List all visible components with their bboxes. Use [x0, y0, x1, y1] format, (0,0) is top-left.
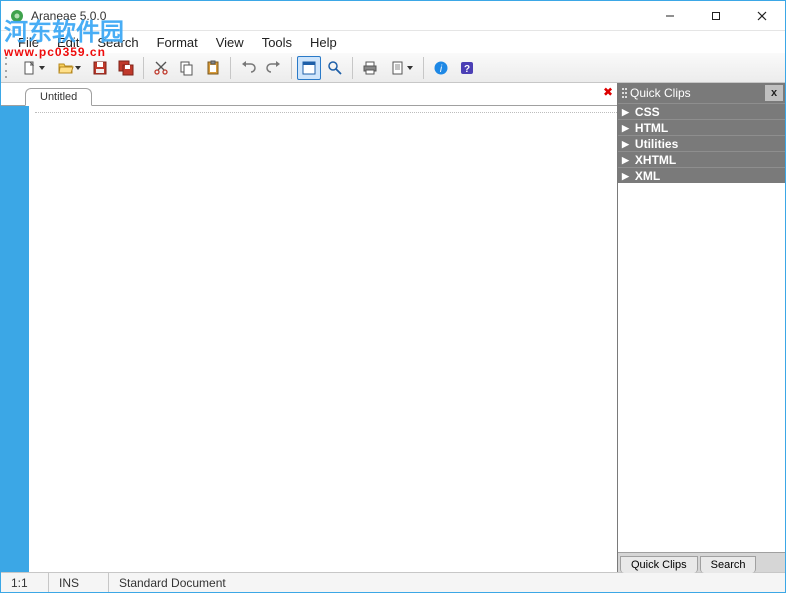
collapse-caret-icon: ▶ [622, 168, 629, 184]
toolbar-separator [423, 57, 424, 79]
editor-column: Untitled ✖ [1, 83, 617, 572]
menu-view[interactable]: View [207, 33, 253, 52]
toolbar-separator [230, 57, 231, 79]
clip-category[interactable]: ▶ Utilities [618, 135, 785, 151]
window-icon [301, 60, 317, 76]
side-panel-body [618, 183, 785, 552]
clip-category-list: ▶ CSS ▶ HTML ▶ Utilities ▶ XHTML ▶ XML [618, 103, 785, 183]
svg-text:?: ? [464, 64, 470, 75]
statusbar: 1:1 INS Standard Document [1, 572, 785, 592]
side-panel: Quick Clips x ▶ CSS ▶ HTML ▶ Utilities ▶ XHT… [617, 83, 785, 572]
clip-category-label: CSS [635, 104, 660, 120]
window-title: Araneae 5.0.0 [31, 9, 106, 23]
collapse-caret-icon: ▶ [622, 104, 629, 120]
save-button[interactable] [88, 56, 112, 80]
menu-search[interactable]: Search [88, 33, 147, 52]
side-tab-search[interactable]: Search [700, 556, 757, 573]
menu-format[interactable]: Format [148, 33, 207, 52]
clipboard-icon [205, 60, 221, 76]
paste-button[interactable] [201, 56, 225, 80]
toolbar-separator [291, 57, 292, 79]
save-all-button[interactable] [114, 56, 138, 80]
preview-toggle-button[interactable] [297, 56, 321, 80]
editor-area [1, 105, 617, 572]
text-editor[interactable] [29, 106, 617, 572]
document-tab[interactable]: Untitled [25, 88, 92, 106]
search-icon [327, 60, 343, 76]
printer-icon [362, 60, 378, 76]
panel-grip-icon [622, 88, 624, 98]
minimize-button[interactable] [647, 1, 693, 30]
undo-button[interactable] [236, 56, 260, 80]
side-panel-close-button[interactable]: x [765, 85, 783, 101]
menubar: File Edit Search Format View Tools Help [1, 31, 785, 53]
print-preview-button[interactable] [384, 56, 418, 80]
toolbar-separator [143, 57, 144, 79]
document-tab-label: Untitled [40, 91, 77, 103]
about-button[interactable]: i [429, 56, 453, 80]
menu-file[interactable]: File [9, 33, 48, 52]
chevron-down-icon [407, 65, 413, 71]
app-icon [9, 8, 25, 24]
find-button[interactable] [323, 56, 347, 80]
main-body: Untitled ✖ Quick Clips x ▶ CSS ▶ HTML ▶ Uti… [1, 83, 785, 572]
chevron-down-icon [75, 65, 81, 71]
toolbar-separator [352, 57, 353, 79]
help-button[interactable]: ? [455, 56, 479, 80]
cut-button[interactable] [149, 56, 173, 80]
scissors-icon [153, 60, 169, 76]
document-tabstrip: Untitled ✖ [1, 83, 617, 105]
page-icon [390, 60, 406, 76]
clip-category-label: XML [635, 168, 660, 184]
open-file-button[interactable] [52, 56, 86, 80]
side-panel-title: Quick Clips [630, 86, 691, 100]
clip-category[interactable]: ▶ XML [618, 167, 785, 183]
save-icon [92, 60, 108, 76]
clip-category[interactable]: ▶ XHTML [618, 151, 785, 167]
help-icon: ? [459, 60, 475, 76]
chevron-down-icon [39, 65, 45, 71]
clip-category-label: Utilities [635, 136, 678, 152]
print-button[interactable] [358, 56, 382, 80]
collapse-caret-icon: ▶ [622, 136, 629, 152]
status-insert-mode: INS [49, 573, 109, 592]
collapse-caret-icon: ▶ [622, 120, 629, 136]
menu-tools[interactable]: Tools [253, 33, 301, 52]
clip-category-label: XHTML [635, 152, 676, 168]
copy-icon [179, 60, 195, 76]
new-file-icon [22, 60, 38, 76]
clip-category-label: HTML [635, 120, 668, 136]
titlebar[interactable]: Araneae 5.0.0 [1, 1, 785, 31]
side-panel-header[interactable]: Quick Clips x [618, 83, 785, 103]
status-cursor-pos: 1:1 [1, 573, 49, 592]
document-tab-close-icon[interactable]: ✖ [603, 85, 613, 99]
redo-button[interactable] [262, 56, 286, 80]
clip-category[interactable]: ▶ CSS [618, 103, 785, 119]
collapse-caret-icon: ▶ [622, 152, 629, 168]
info-icon: i [433, 60, 449, 76]
line-gutter [1, 106, 29, 572]
toolbar: i ? [1, 53, 785, 83]
page-guide-line [35, 112, 617, 113]
save-all-icon [118, 60, 134, 76]
maximize-button[interactable] [693, 1, 739, 30]
menu-help[interactable]: Help [301, 33, 346, 52]
open-folder-icon [58, 60, 74, 76]
close-button[interactable] [739, 1, 785, 30]
copy-button[interactable] [175, 56, 199, 80]
status-document-type: Standard Document [109, 573, 785, 592]
app-window: 河东软件园 www.pc0359.cn Araneae 5.0.0 File E… [0, 0, 786, 593]
redo-icon [266, 60, 282, 76]
side-panel-tabs: Quick Clips Search [618, 552, 785, 572]
menu-edit[interactable]: Edit [48, 33, 88, 52]
toolbar-grip-icon[interactable] [5, 57, 11, 79]
clip-category[interactable]: ▶ HTML [618, 119, 785, 135]
new-file-button[interactable] [16, 56, 50, 80]
side-tab-quickclips[interactable]: Quick Clips [620, 556, 698, 573]
undo-icon [240, 60, 256, 76]
